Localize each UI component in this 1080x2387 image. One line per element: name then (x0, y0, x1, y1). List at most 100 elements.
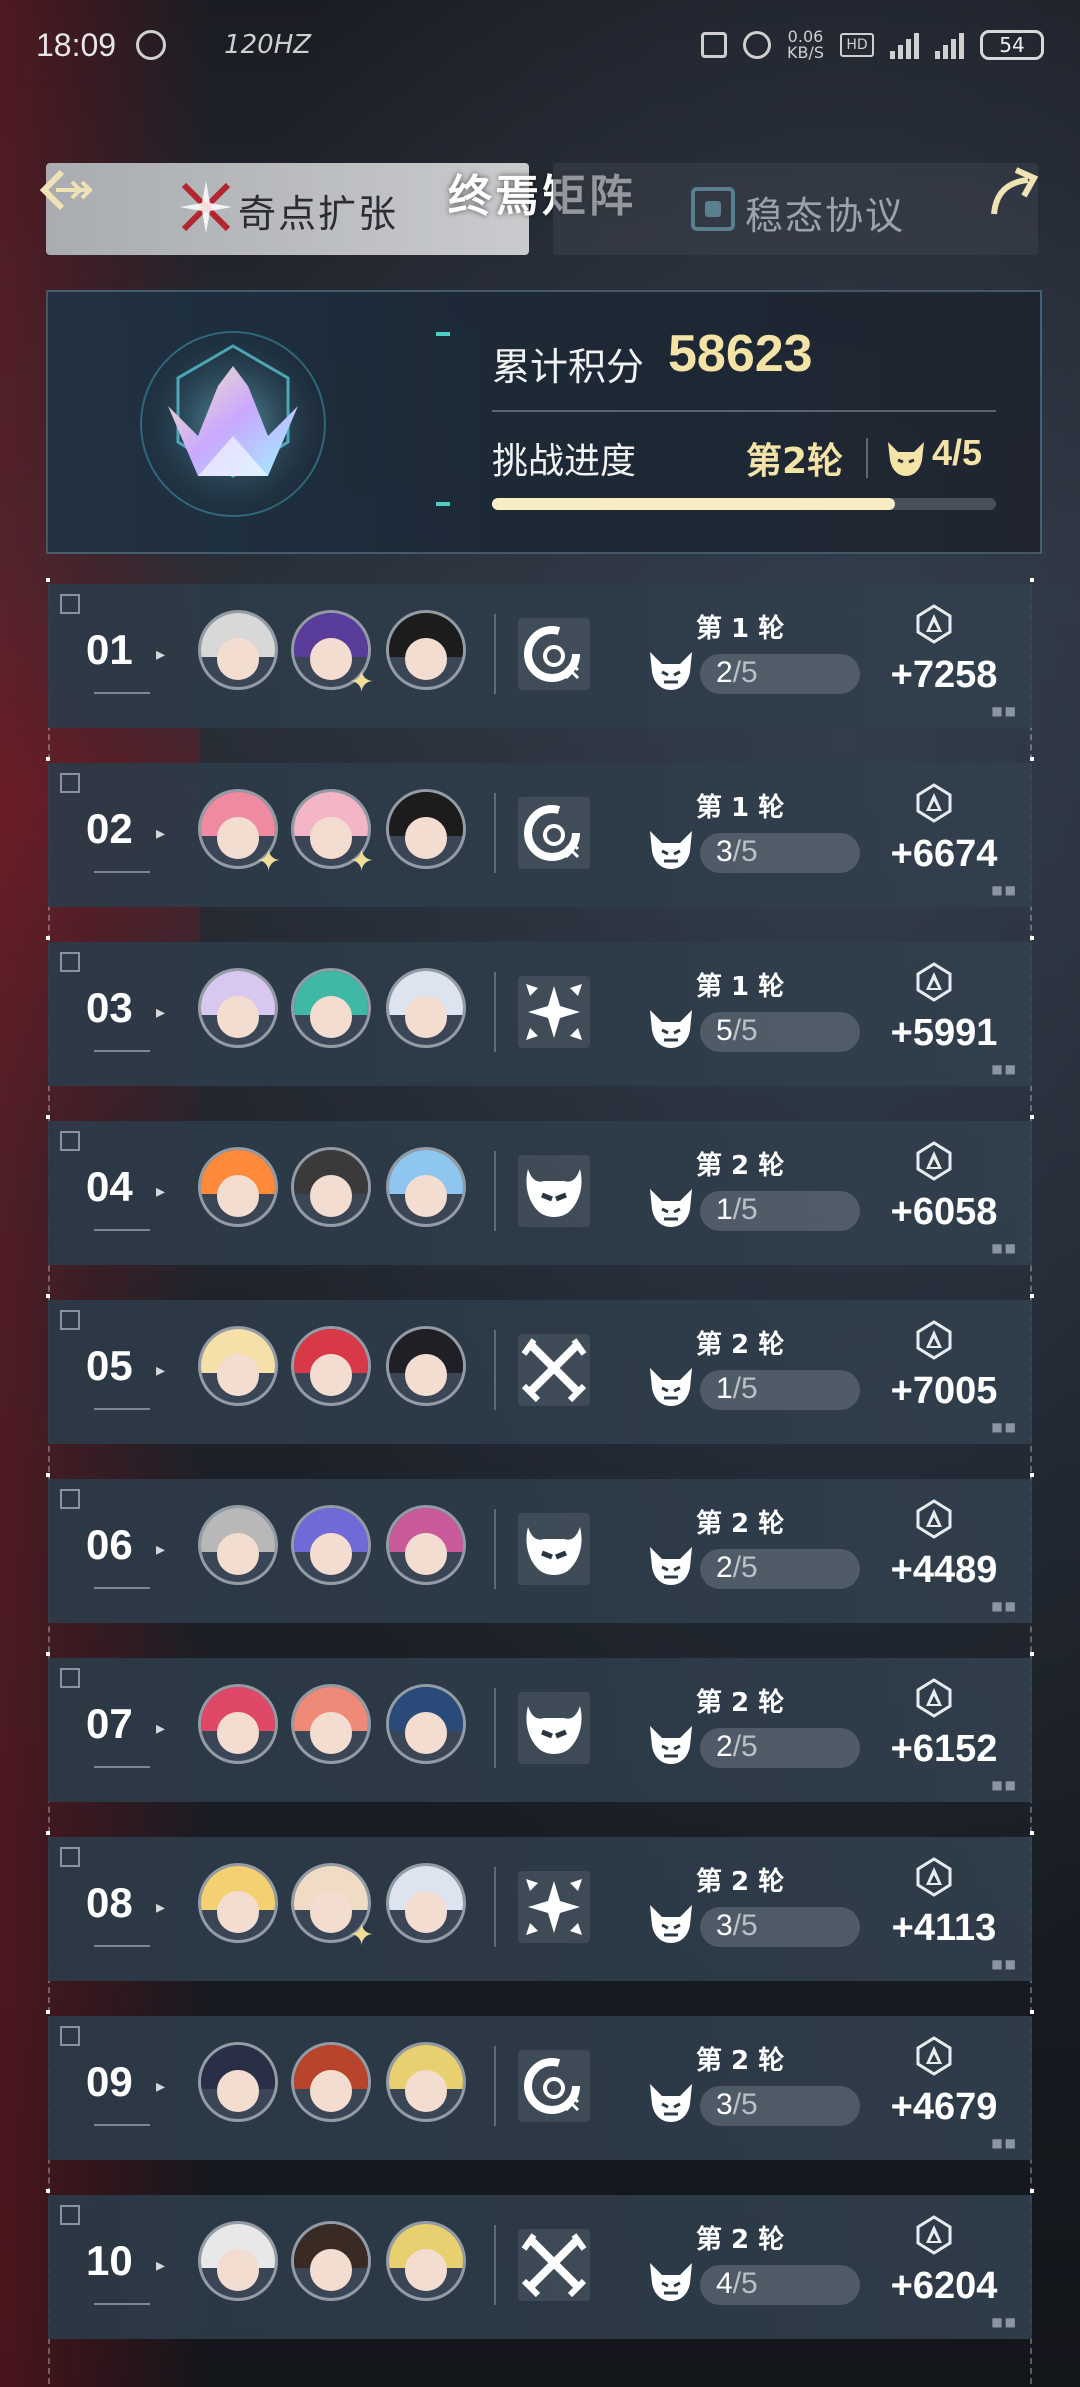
team-row[interactable]: 05 ▸ 第 2 轮 1/5 +7005 ■■ (46, 1294, 1034, 1444)
avatar-face (217, 1175, 259, 1217)
character-avatar[interactable] (291, 2042, 371, 2122)
back-arrow-icon[interactable] (36, 160, 96, 220)
character-avatar[interactable] (198, 1505, 278, 1585)
character-avatar[interactable] (198, 2042, 278, 2122)
stage-text: 4/5 (716, 2267, 758, 2301)
expand-caret-icon[interactable]: ▸ (156, 1181, 165, 1202)
avatar-face (310, 1533, 352, 1575)
character-avatar[interactable] (386, 1326, 466, 1406)
team-row[interactable]: 08 ▸ ✦ 第 2 轮 3/5 +4113 ■■ (46, 1831, 1034, 1981)
expand-caret-icon[interactable]: ▸ (156, 1897, 165, 1918)
character-avatar[interactable] (291, 2221, 371, 2301)
team-row[interactable]: 10 ▸ 第 2 轮 4/5 +6204 ■■ (46, 2189, 1034, 2339)
character-avatar[interactable] (386, 1684, 466, 1764)
expand-caret-icon[interactable]: ▸ (156, 2076, 165, 2097)
row-separator (494, 2046, 496, 2126)
expand-caret-icon[interactable]: ▸ (156, 1002, 165, 1023)
character-avatar[interactable] (386, 1147, 466, 1227)
character-avatar[interactable] (198, 2221, 278, 2301)
row-number-underline (94, 692, 150, 694)
character-avatar[interactable] (291, 968, 371, 1048)
tab-stable-protocol-label: 稳态协议 (745, 194, 906, 238)
signal-icon (890, 31, 919, 59)
avatar-face (310, 1891, 352, 1933)
character-avatar[interactable] (291, 1326, 371, 1406)
row-number-underline (94, 1587, 150, 1589)
status-right: 0.06 KB/S HD 54 (700, 29, 1044, 61)
team-row[interactable]: 06 ▸ 第 2 轮 2/5 +4489 ■■ (46, 1473, 1034, 1623)
character-avatar[interactable] (291, 1684, 371, 1764)
team-row[interactable]: 04 ▸ 第 2 轮 1/5 +6058 ■■ (46, 1115, 1034, 1265)
panel-divider (492, 410, 996, 412)
avatar-face (310, 1354, 352, 1396)
character-avatar[interactable] (291, 1505, 371, 1585)
battery-level: 54 (999, 33, 1025, 57)
shutter-icon (136, 30, 167, 60)
row-separator (494, 1867, 496, 1947)
expand-caret-icon[interactable]: ▸ (156, 1539, 165, 1560)
row-dots: ■■ (991, 883, 1018, 897)
stage-text: 3/5 (716, 835, 758, 869)
status-time: 18:09 (36, 26, 117, 63)
challenge-progress-fill (492, 498, 896, 510)
expand-caret-icon[interactable]: ▸ (156, 2255, 165, 2276)
avatar-face (310, 638, 352, 680)
row-corner-icon (60, 2205, 80, 2225)
demon-icon (646, 2080, 696, 2126)
avatar-face (405, 996, 447, 1038)
row-score: +6204 (890, 2265, 998, 2307)
row-corner-icon (60, 1310, 80, 1330)
row-corner-icon (60, 773, 80, 793)
net-speed: 0.06 KB/S (787, 29, 824, 61)
stage-text: 2/5 (716, 656, 758, 690)
character-avatar[interactable] (198, 968, 278, 1048)
character-avatar[interactable] (386, 610, 466, 690)
crown-emblem-icon (137, 328, 329, 520)
character-avatar[interactable] (386, 789, 466, 869)
stage-current: 3 (716, 2088, 733, 2121)
team-row[interactable]: 03 ▸ 第 1 轮 5/5 +5991 ■■ (46, 936, 1034, 1086)
row-dots: ■■ (991, 1062, 1018, 1076)
stable-protocol-icon (691, 187, 735, 231)
expand-caret-icon[interactable]: ▸ (156, 1360, 165, 1381)
expand-caret-icon[interactable]: ▸ (156, 823, 165, 844)
team-row[interactable]: 02 ▸ ✦ ✦ 第 1 轮 3/5 +6674 ■■ (46, 757, 1034, 907)
status-bar: 18:09 120HZ 0.06 KB/S HD 54 (0, 0, 1080, 90)
character-avatar[interactable] (198, 1684, 278, 1764)
stage-current: 2 (716, 1730, 733, 1763)
character-avatar[interactable] (386, 1505, 466, 1585)
character-avatar[interactable] (386, 2042, 466, 2122)
character-avatar[interactable] (291, 1147, 371, 1227)
row-score: +7005 (890, 1370, 998, 1412)
character-avatar[interactable] (198, 1863, 278, 1943)
character-avatar[interactable] (386, 1863, 466, 1943)
character-avatar[interactable] (198, 1326, 278, 1406)
team-row[interactable]: 07 ▸ 第 2 轮 2/5 +6152 ■■ (46, 1652, 1034, 1802)
team-row[interactable]: 01 ▸ ✦ 第 1 轮 2/5 +7258 ■■ (46, 578, 1034, 728)
avatar-face (217, 638, 259, 680)
row-round-label: 第 2 轮 (696, 2225, 785, 2255)
character-avatar[interactable] (386, 968, 466, 1048)
tab-stable-protocol[interactable]: 稳态协议 (553, 163, 1038, 255)
row-separator (494, 614, 496, 694)
stage-total: /5 (732, 1909, 758, 1942)
team-row[interactable]: 09 ▸ 第 2 轮 3/5 +4679 ■■ (46, 2010, 1034, 2160)
swords-mode-icon (518, 2229, 590, 2301)
stage-total: /5 (732, 1193, 758, 1226)
avatar-face (405, 2070, 447, 2112)
stage-current: 2 (716, 1551, 733, 1584)
character-avatar[interactable] (198, 1147, 278, 1227)
avatar-face (405, 1891, 447, 1933)
row-dots: ■■ (991, 704, 1018, 718)
notification-icon (700, 32, 727, 58)
row-separator (494, 793, 496, 873)
expand-caret-icon[interactable]: ▸ (156, 1718, 165, 1739)
stage-current: 2 (716, 656, 733, 689)
character-avatar[interactable] (198, 610, 278, 690)
summary-panel: 累计积分 58623 挑战进度 第2轮 4/5 (46, 290, 1042, 554)
expand-caret-icon[interactable]: ▸ (156, 644, 165, 665)
share-arrow-icon[interactable] (986, 164, 1042, 220)
character-avatar[interactable] (386, 2221, 466, 2301)
row-corner-icon (60, 952, 80, 972)
avatar-face (217, 1533, 259, 1575)
